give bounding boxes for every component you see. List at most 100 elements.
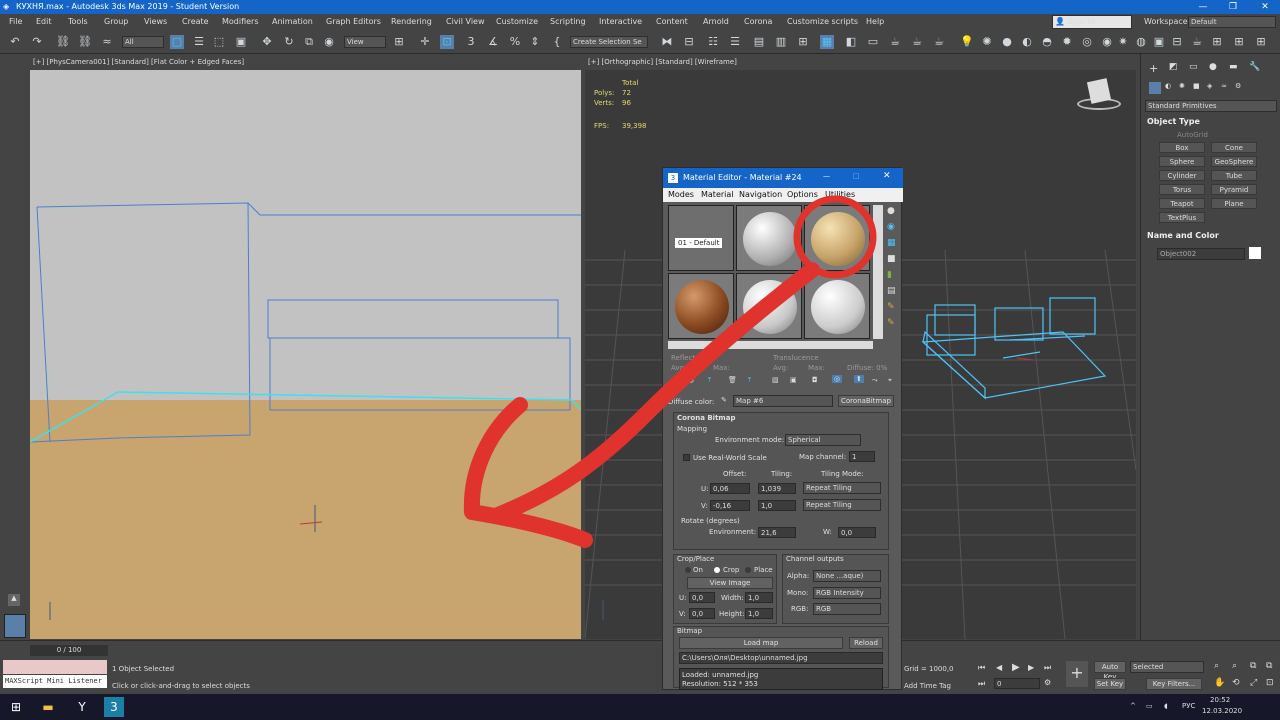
time-slider[interactable]: 0 / 100 — [30, 645, 108, 656]
play-icon[interactable]: ▶ — [1012, 662, 1020, 673]
orbit-icon[interactable]: ⟲ — [1232, 678, 1240, 688]
real-world-checkbox[interactable] — [683, 454, 690, 461]
menu-corona[interactable]: Corona — [744, 17, 772, 26]
window-crossing-icon[interactable]: ▣ — [234, 35, 248, 49]
add-time-tag[interactable]: Add Time Tag — [904, 682, 951, 690]
shapes-icon[interactable]: ◐ — [1165, 82, 1171, 90]
cameras-icon[interactable]: ■ — [1193, 82, 1200, 90]
layer-explorer-icon[interactable]: ☰ — [728, 35, 742, 49]
rendered-frame-icon[interactable]: ▭ — [866, 35, 880, 49]
material-editor-titlebar[interactable]: 3 Material Editor - Material #24 — □ ✕ — [663, 168, 903, 188]
menu-edit[interactable]: Edit — [36, 17, 52, 26]
select-by-name-icon[interactable]: ☰ — [192, 35, 206, 49]
render-icon[interactable]: ☕ — [910, 35, 924, 49]
zoom-all-icon[interactable]: ⌕ — [1232, 661, 1237, 671]
unlink-icon[interactable]: ⛓ — [78, 35, 92, 49]
primitives-dropdown[interactable]: Standard Primitives — [1145, 100, 1277, 112]
light-target-icon[interactable]: ◉ — [1100, 35, 1114, 49]
alpha-dropdown[interactable]: None ...aque) — [813, 570, 881, 582]
plane-button[interactable]: Plane — [1211, 198, 1257, 209]
minimize-button[interactable]: — — [1188, 0, 1218, 14]
corona-bitmap-title[interactable]: Corona Bitmap — [677, 414, 735, 422]
maximize-viewport-icon[interactable]: ⤢ — [1250, 678, 1257, 688]
sun-tool-icon[interactable]: ✹ — [1060, 35, 1074, 49]
height-spinner[interactable]: 1,0 — [745, 608, 773, 619]
set-key-button[interactable]: Set Key — [1094, 678, 1126, 690]
menu-content[interactable]: Content — [656, 17, 688, 26]
display-tab-icon[interactable]: ▬ — [1229, 62, 1238, 72]
me-menu-utilities[interactable]: Utilities — [825, 190, 855, 199]
cone-button[interactable]: Cone — [1211, 142, 1257, 153]
render-iterative-icon[interactable]: ☕ — [932, 35, 946, 49]
crop-radio[interactable] — [714, 567, 720, 573]
select-manipulate-icon[interactable]: ✛ — [418, 35, 432, 49]
workspaces-dropdown[interactable]: Default — [1188, 16, 1276, 28]
bulb-icon[interactable]: ✷ — [1116, 35, 1130, 49]
key-mode-icon[interactable]: ⏭ — [978, 679, 985, 689]
teapot-tool-icon[interactable]: ◍ — [1134, 35, 1148, 49]
map-channel-spinner[interactable]: 1 — [849, 451, 875, 462]
u-tiling-mode-dropdown[interactable]: Repeat Tiling — [803, 482, 881, 494]
systems-icon[interactable]: ⚙ — [1235, 82, 1241, 90]
object-name-field[interactable]: Object002 — [1157, 248, 1245, 260]
frame-spinner[interactable]: 0 — [994, 678, 1040, 689]
menu-help[interactable]: Help — [866, 17, 884, 26]
up-arrow-icon[interactable]: ▲ — [8, 594, 20, 606]
background-icon[interactable]: ▦ — [887, 238, 896, 248]
selected-dropdown[interactable]: Selected — [1130, 661, 1204, 673]
material-slot-white-2[interactable] — [736, 273, 802, 339]
rect-selection-icon[interactable]: ⬚ — [212, 35, 226, 49]
language-indicator[interactable]: РУС — [1182, 702, 1195, 710]
menu-rendering[interactable]: Rendering — [391, 17, 432, 26]
video-color-check-icon[interactable]: ▮ — [887, 270, 892, 280]
scale-icon[interactable]: ⧉ — [302, 35, 316, 49]
w-spinner[interactable]: 0,0 — [838, 527, 876, 538]
u-tiling-spinner[interactable]: 1,039 — [758, 483, 796, 494]
me-menu-navigation[interactable]: Navigation — [739, 190, 782, 199]
slots-hscrollbar[interactable] — [668, 341, 873, 349]
tray-chevron-icon[interactable]: ^ — [1130, 702, 1136, 710]
slots-scrollbar[interactable] — [873, 205, 883, 339]
environment-spinner[interactable]: 21,6 — [758, 527, 796, 538]
ribbon-icon[interactable]: ▤ — [752, 35, 766, 49]
make-unique-icon[interactable]: ⤒ — [748, 376, 751, 385]
angle-snap-icon[interactable]: ∡ — [486, 35, 500, 49]
utilities-tab-icon[interactable]: 🔧 — [1249, 62, 1260, 72]
material-slot-white-3[interactable] — [804, 273, 870, 339]
object-color-swatch[interactable] — [1249, 247, 1261, 259]
spacewarps-icon[interactable]: ≈ — [1221, 82, 1227, 90]
helpers-icon[interactable]: ◈ — [1207, 82, 1212, 90]
frame-buffer-icon[interactable]: ▣ — [1152, 35, 1166, 49]
volume-icon[interactable]: ◖ — [1164, 702, 1168, 710]
sphere-tool-icon[interactable]: ● — [1000, 35, 1014, 49]
v-tiling-spinner[interactable]: 1,0 — [758, 500, 796, 511]
on-checkbox[interactable] — [685, 567, 691, 573]
bitmap-path-field[interactable]: C:\Users\Оля\Desktop\unnamed.jpg — [679, 652, 883, 664]
render-target-icon[interactable]: ◎ — [1080, 35, 1094, 49]
env-mode-dropdown[interactable]: Spherical — [785, 434, 861, 446]
menu-civil-view[interactable]: Civil View — [446, 17, 485, 26]
tool-corona-4-icon[interactable]: ⊞ — [1254, 35, 1268, 49]
maxscript-listener-pink[interactable] — [3, 660, 107, 674]
maximize-button[interactable]: ❐ — [1218, 0, 1248, 14]
material-slot-wood-dark[interactable] — [668, 273, 734, 339]
view-image-button[interactable]: View Image — [687, 577, 773, 589]
crop-v-spinner[interactable]: 0,0 — [689, 608, 715, 619]
menu-file[interactable]: File — [9, 17, 22, 26]
eyedropper-icon[interactable]: ✎ — [721, 396, 727, 404]
select-by-material-icon[interactable]: ✎ — [887, 318, 895, 328]
goto-start-icon[interactable]: ⏮ — [978, 663, 985, 673]
fov-icon[interactable]: ✋ — [1214, 678, 1225, 688]
sphere-button[interactable]: Sphere — [1159, 156, 1205, 167]
me-menu-options[interactable]: Options — [787, 190, 818, 199]
backlight-icon[interactable]: ◉ — [887, 222, 895, 232]
reload-button[interactable]: Reload — [849, 637, 883, 649]
goto-end-icon[interactable]: ⏭ — [1044, 663, 1051, 673]
width-spinner[interactable]: 1,0 — [745, 592, 773, 603]
material-slot-white-1[interactable] — [736, 205, 802, 271]
hierarchy-tab-icon[interactable]: ▭ — [1189, 62, 1198, 72]
select-object-icon[interactable]: ▢ — [170, 35, 184, 49]
textplus-button[interactable]: TextPlus — [1159, 212, 1205, 223]
edit-named-sel-icon[interactable]: { — [550, 35, 564, 49]
show-end-result-icon[interactable]: ◎ — [832, 375, 843, 383]
